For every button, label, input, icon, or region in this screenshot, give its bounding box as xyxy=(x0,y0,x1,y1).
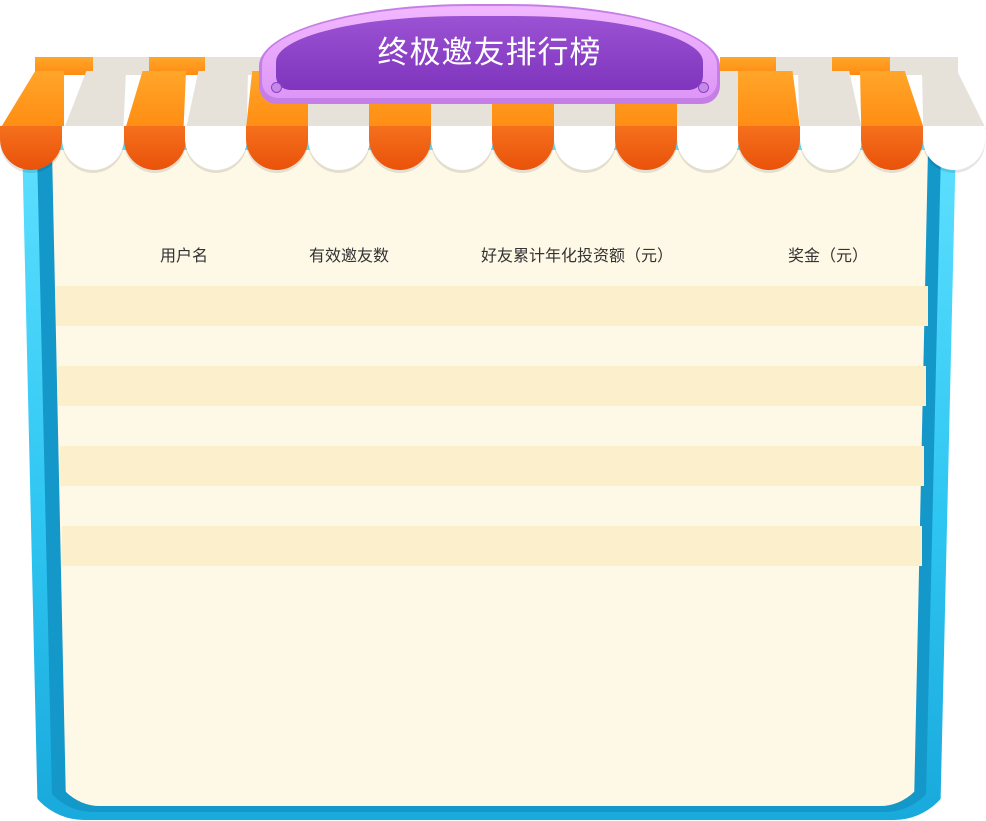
column-header-bonus: 奖金（元） xyxy=(787,246,868,265)
table-row xyxy=(61,486,923,526)
column-header-username: 用户名 xyxy=(159,246,208,265)
rivet-icon xyxy=(698,82,709,93)
table-row xyxy=(56,286,928,326)
column-header-investment: 好友累计年化投资额（元） xyxy=(480,246,673,265)
page-title: 终极邀友排行榜 xyxy=(377,35,602,71)
table-row xyxy=(59,406,925,446)
table-row xyxy=(60,446,924,486)
table-header: 用户名 有效邀友数 好友累计年化投资额（元） 奖金（元） xyxy=(60,238,926,274)
rivet-icon xyxy=(271,82,282,93)
table-row xyxy=(58,366,926,406)
column-header-invites: 有效邀友数 xyxy=(308,246,389,265)
table-row xyxy=(62,526,922,566)
table-row xyxy=(57,326,927,366)
